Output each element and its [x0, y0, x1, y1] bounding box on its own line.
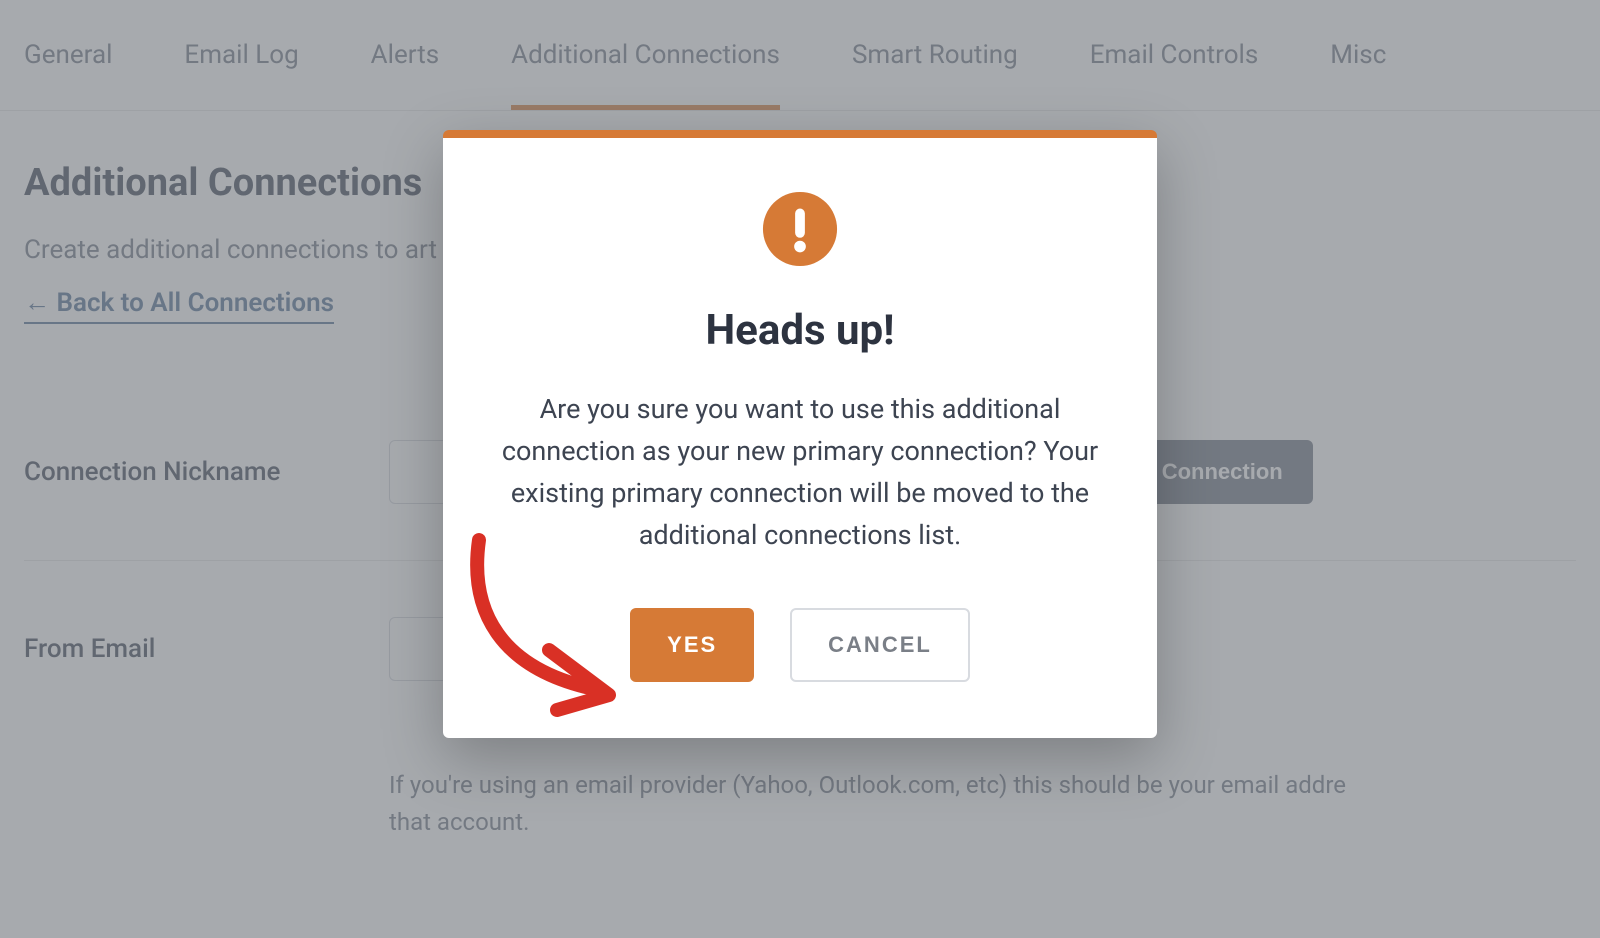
modal-icon-wrap — [499, 190, 1101, 268]
exclamation-circle-icon — [761, 190, 839, 268]
modal-actions: YES CANCEL — [499, 608, 1101, 682]
confirm-modal: Heads up! Are you sure you want to use t… — [443, 130, 1157, 738]
modal-overlay[interactable]: Heads up! Are you sure you want to use t… — [0, 0, 1600, 938]
modal-body-text: Are you sure you want to use this additi… — [499, 389, 1101, 556]
cancel-button[interactable]: CANCEL — [790, 608, 970, 682]
modal-title: Heads up! — [499, 306, 1101, 355]
yes-button[interactable]: YES — [630, 608, 754, 682]
